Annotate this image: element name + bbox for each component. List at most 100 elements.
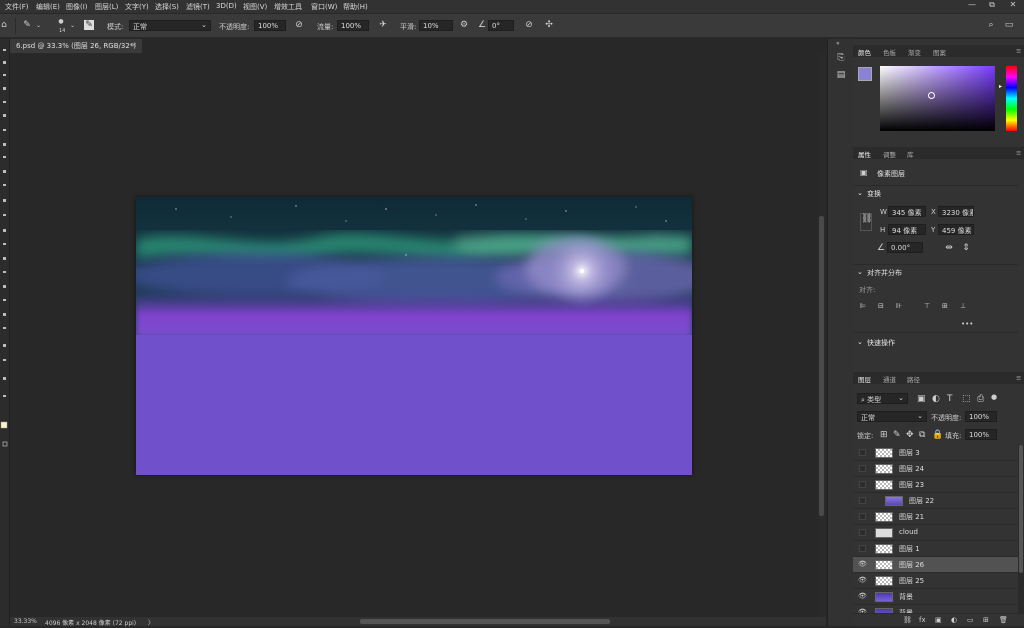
- tab-color[interactable]: 颜色: [858, 47, 871, 57]
- gear-icon[interactable]: ⚙: [459, 20, 469, 30]
- visibility-toggle[interactable]: [859, 481, 866, 488]
- menu-image[interactable]: 图像(I): [66, 2, 88, 12]
- align-left-icon[interactable]: ⊫: [860, 301, 866, 311]
- blend-mode-select[interactable]: 正常 ⌄: [857, 411, 927, 422]
- align-top-icon[interactable]: ⊤: [924, 301, 930, 311]
- menu-filter[interactable]: 滤镜(T): [186, 2, 210, 12]
- mask-icon[interactable]: ▣: [935, 615, 942, 625]
- layer-row[interactable]: 👁 背景: [853, 589, 1018, 605]
- horizontal-scroll-thumb[interactable]: [360, 619, 610, 624]
- eye-icon[interactable]: 👁: [858, 560, 867, 568]
- tab-paths[interactable]: 路径: [907, 374, 920, 384]
- new-layer-icon[interactable]: ⊞: [983, 615, 989, 625]
- panel-menu-icon[interactable]: ≡: [1016, 149, 1021, 157]
- color-picker-cursor[interactable]: [928, 92, 935, 99]
- symmetry-icon[interactable]: ✣: [543, 20, 555, 30]
- eye-icon[interactable]: 👁: [858, 592, 867, 600]
- flow-field[interactable]: 100%: [337, 20, 369, 31]
- pressure-opacity-icon[interactable]: ⊘: [293, 20, 305, 30]
- tool-icons[interactable]: [0, 39, 10, 626]
- filter-adjustment-icon[interactable]: ◐: [932, 394, 940, 404]
- eye-icon[interactable]: 👁: [858, 576, 867, 584]
- lock-artboard-icon[interactable]: ⧉: [919, 430, 925, 440]
- layer-row[interactable]: 👁 图层 25: [853, 573, 1018, 589]
- document-canvas[interactable]: [136, 197, 692, 475]
- align-middle-icon[interactable]: ⊞: [942, 301, 948, 311]
- collapse-icon[interactable]: «: [836, 39, 840, 49]
- menu-select[interactable]: 选择(S): [155, 2, 179, 12]
- panel-menu-icon[interactable]: ≡: [1016, 47, 1021, 55]
- foreground-color-swatch[interactable]: [858, 67, 872, 81]
- align-bottom-icon[interactable]: ⊥: [960, 301, 966, 311]
- filter-smart-icon[interactable]: ⎙: [977, 394, 984, 404]
- filter-pixel-icon[interactable]: ▣: [917, 394, 926, 404]
- opacity-field[interactable]: 100%: [254, 20, 286, 31]
- layer-row[interactable]: 👁 背景: [853, 605, 1018, 613]
- layers-scrollbar[interactable]: [1018, 445, 1024, 613]
- lock-pixels-icon[interactable]: ✎: [893, 430, 901, 440]
- layer-row[interactable]: cloud: [853, 525, 1018, 541]
- home-icon[interactable]: ⌂: [0, 20, 8, 30]
- menu-layer[interactable]: 图层(L): [95, 2, 118, 12]
- scroll-thumb[interactable]: [819, 216, 824, 516]
- visibility-toggle[interactable]: [859, 449, 866, 456]
- comments-icon[interactable]: ▤: [834, 70, 848, 80]
- menu-file[interactable]: 文件(F): [5, 2, 29, 12]
- adjustment-icon[interactable]: ◐: [951, 615, 957, 625]
- menu-window[interactable]: 窗口(W): [311, 2, 337, 12]
- lock-transparency-icon[interactable]: ⊞: [880, 430, 888, 440]
- visibility-toggle[interactable]: [859, 529, 866, 536]
- menu-help[interactable]: 帮助(H): [343, 2, 368, 12]
- y-field[interactable]: 459 像素: [938, 224, 974, 235]
- tab-swatches[interactable]: 色板: [883, 47, 896, 57]
- pressure-size-icon[interactable]: ⊘: [523, 20, 535, 30]
- chevron-down-icon[interactable]: ⌄: [70, 21, 75, 31]
- height-field[interactable]: 94 像素: [888, 224, 926, 235]
- angle-field[interactable]: 0°: [488, 20, 514, 31]
- brush-settings-icon[interactable]: ✎: [84, 20, 94, 30]
- align-toggle[interactable]: ⌄: [857, 268, 863, 276]
- hue-slider-handle[interactable]: ▸: [999, 82, 1002, 92]
- flip-horizontal-icon[interactable]: ⇹: [943, 243, 955, 253]
- layer-row[interactable]: 图层 24: [853, 461, 1018, 477]
- visibility-toggle[interactable]: [859, 465, 866, 472]
- layer-row[interactable]: 👁 图层 26: [853, 557, 1018, 573]
- search-icon[interactable]: ⌕: [985, 20, 997, 30]
- align-right-icon[interactable]: ⊪: [896, 301, 902, 311]
- tab-adjustments[interactable]: 调整: [883, 149, 896, 159]
- filter-type-icon[interactable]: T: [947, 394, 953, 404]
- link-dimensions-icon[interactable]: ⛓: [860, 213, 872, 231]
- menu-plugins[interactable]: 增效工具: [274, 2, 302, 12]
- panel-menu-icon[interactable]: ≡: [1016, 374, 1021, 382]
- brush-preset-icon[interactable]: ●: [56, 17, 66, 27]
- menu-3d[interactable]: 3D(D): [216, 2, 237, 10]
- align-center-h-icon[interactable]: ⊟: [878, 301, 884, 311]
- rotation-field[interactable]: 0.00°: [887, 242, 923, 253]
- layer-row[interactable]: 图层 3: [853, 445, 1018, 461]
- minimize-button[interactable]: —: [962, 0, 982, 13]
- color-picker-field[interactable]: [880, 66, 995, 131]
- more-options-button[interactable]: •••: [961, 320, 973, 328]
- smooth-field[interactable]: 10%: [419, 20, 453, 31]
- lock-all-icon[interactable]: 🔒: [932, 430, 943, 440]
- restore-button[interactable]: ⧉: [982, 0, 1002, 13]
- brush-tool-icon[interactable]: ✎: [22, 20, 32, 30]
- layer-row[interactable]: 图层 1: [853, 541, 1018, 557]
- document-tab[interactable]: 6.psd @ 33.3% (图层 26, RGB/32*) ×: [10, 39, 142, 53]
- flip-vertical-icon[interactable]: ⇕: [960, 243, 972, 253]
- layer-opacity-field[interactable]: 100%: [965, 411, 997, 422]
- fx-icon[interactable]: fx: [919, 615, 926, 625]
- lock-position-icon[interactable]: ✥: [906, 430, 914, 440]
- x-field[interactable]: 3230 像素: [938, 206, 974, 217]
- visibility-toggle[interactable]: [859, 513, 866, 520]
- layer-row[interactable]: 图层 21: [853, 509, 1018, 525]
- zoom-level[interactable]: 33.33%: [14, 618, 37, 625]
- close-tab-icon[interactable]: ×: [131, 41, 137, 49]
- fill-field[interactable]: 100%: [965, 429, 997, 440]
- quick-actions-toggle[interactable]: ⌄: [857, 338, 863, 346]
- visibility-toggle[interactable]: [859, 497, 866, 504]
- tab-gradients[interactable]: 渐变: [908, 47, 921, 57]
- tab-layers[interactable]: 图层: [858, 374, 871, 384]
- link-icon[interactable]: ⛓: [903, 615, 912, 625]
- group-icon[interactable]: ▭: [967, 615, 974, 625]
